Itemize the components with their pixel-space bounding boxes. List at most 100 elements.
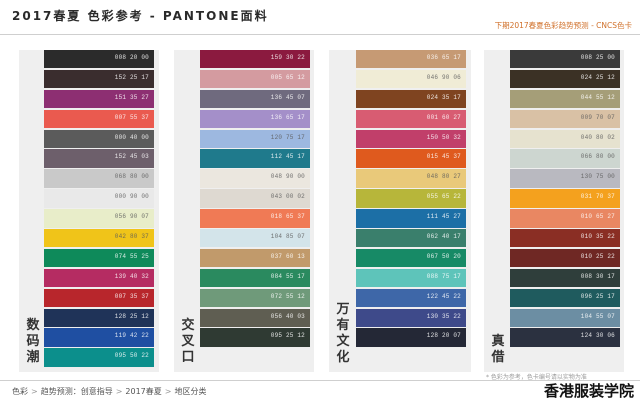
swatch-code: 056 40 03 [270, 312, 305, 320]
color-swatch: 084 55 17 [200, 268, 310, 288]
group-label: 真借 [491, 334, 505, 365]
palette-group: 交叉口 159 30 22 005 65 12 136 45 07 136 65 17… [174, 50, 314, 372]
swatch-code: 048 90 00 [270, 173, 305, 181]
swatch-code: 095 25 12 [270, 332, 305, 340]
color-swatch: 005 65 12 [200, 69, 310, 89]
swatch-code: 000 40 00 [114, 133, 149, 141]
breadcrumb-item[interactable]: 趋势预测：创意指导 [41, 387, 113, 396]
swatch-code: 062 40 17 [426, 233, 461, 241]
color-swatch: 015 45 37 [356, 149, 466, 168]
swatch-code: 010 65 27 [580, 213, 615, 221]
color-swatch: 010 35 22 [510, 229, 620, 248]
swatch-code: 152 25 17 [114, 73, 149, 81]
swatch-code: 048 80 27 [426, 173, 461, 181]
swatch-code: 031 70 37 [580, 193, 615, 201]
swatch-code: 088 75 17 [426, 272, 461, 280]
swatch-code: 111 45 27 [426, 213, 461, 221]
swatch-list: 008 20 00 152 25 17 151 35 27 007 55 37 000 … [44, 50, 154, 368]
swatch-code: 074 55 25 [114, 252, 149, 260]
swatch-code: 008 25 00 [580, 54, 615, 61]
color-swatch: 007 55 37 [44, 109, 154, 129]
color-swatch: 112 45 17 [200, 149, 310, 168]
swatch-code: 136 65 17 [270, 113, 305, 121]
color-swatch: 024 25 12 [510, 69, 620, 89]
swatch-code: 136 45 07 [270, 93, 305, 101]
swatch-code: 072 55 12 [270, 292, 305, 300]
color-swatch: 037 60 13 [200, 248, 310, 268]
color-swatch: 048 80 27 [356, 169, 466, 188]
color-swatch: 074 55 25 [44, 248, 154, 268]
swatch-code: 007 35 37 [114, 292, 149, 300]
color-swatch: 124 30 06 [510, 328, 620, 347]
swatch-code: 150 50 32 [426, 133, 461, 141]
swatch-code: 024 35 17 [426, 93, 461, 101]
swatch-code: 122 45 22 [426, 292, 461, 300]
swatch-code: 001 60 27 [426, 113, 461, 121]
color-swatch: 056 90 07 [44, 209, 154, 228]
swatch-code: 128 20 07 [426, 332, 461, 340]
swatch-code: 124 30 06 [580, 332, 615, 340]
color-swatch: 062 40 17 [356, 229, 466, 248]
swatch-code: 005 65 12 [270, 73, 305, 81]
swatch-code: 159 30 22 [270, 54, 305, 61]
color-swatch: 152 25 17 [44, 69, 154, 89]
swatch-code: 128 25 12 [114, 312, 149, 320]
breadcrumb-separator: > [115, 387, 123, 396]
color-swatch: 046 90 06 [356, 69, 466, 89]
swatch-list: 159 30 22 005 65 12 136 45 07 136 65 17 120 … [200, 50, 310, 348]
breadcrumb-item[interactable]: 色彩 [12, 387, 28, 396]
breadcrumb-item[interactable]: 地区分类 [174, 387, 206, 396]
color-swatch: 072 55 12 [200, 288, 310, 308]
swatch-code: 044 55 12 [580, 93, 615, 101]
swatch-code: 015 45 37 [426, 153, 461, 161]
breadcrumb: 色彩 > 趋势预测：创意指导 >2017春夏 > 地区分类 [12, 386, 206, 397]
swatch-code: 095 50 22 [114, 352, 149, 360]
swatch-code: 040 80 02 [580, 133, 615, 141]
color-swatch: 130 35 22 [356, 308, 466, 327]
color-swatch: 096 25 17 [510, 288, 620, 308]
swatch-code: 009 70 07 [580, 113, 615, 121]
color-swatch: 068 80 00 [44, 169, 154, 188]
color-swatch: 055 65 22 [356, 189, 466, 208]
color-swatch: 066 80 00 [510, 149, 620, 168]
swatch-code: 024 25 12 [580, 73, 615, 81]
color-swatch: 008 25 00 [510, 50, 620, 69]
swatch-code: 037 60 13 [270, 252, 305, 260]
palette-group: 数码潮 008 20 00 152 25 17 151 35 27 007 55 37… [19, 50, 159, 372]
color-swatch: 111 45 27 [356, 209, 466, 228]
swatch-code: 008 20 00 [114, 54, 149, 61]
swatch-code: 119 42 22 [114, 332, 149, 340]
header-subtitle: 下期2017春夏色彩趋势预测 - CNCS色卡 [494, 21, 632, 30]
swatch-code: 056 90 07 [114, 213, 149, 221]
color-swatch: 128 25 12 [44, 308, 154, 327]
color-swatch: 119 42 22 [44, 328, 154, 347]
color-swatch: 151 35 27 [44, 89, 154, 109]
color-swatch: 000 40 00 [44, 129, 154, 148]
color-swatch: 007 35 37 [44, 288, 154, 308]
swatch-code: 084 55 17 [270, 272, 305, 280]
color-swatch: 067 50 20 [356, 248, 466, 268]
swatch-list: 008 25 00 024 25 12 044 55 12 009 70 07 040 … [510, 50, 620, 348]
color-swatch: 095 50 22 [44, 348, 154, 367]
color-swatch: 136 65 17 [200, 109, 310, 129]
color-swatch: 159 30 22 [200, 50, 310, 69]
swatch-code: 018 65 37 [270, 213, 305, 221]
color-swatch: 048 90 00 [200, 169, 310, 188]
color-swatch: 056 40 03 [200, 308, 310, 327]
swatch-code: 010 25 22 [580, 252, 615, 260]
color-swatch: 122 45 22 [356, 288, 466, 308]
color-swatch: 008 20 00 [44, 50, 154, 69]
color-swatch: 031 70 37 [510, 189, 620, 208]
color-swatch: 136 45 07 [200, 89, 310, 109]
color-swatch: 018 65 37 [200, 209, 310, 228]
color-swatch: 139 40 32 [44, 268, 154, 288]
watermark-logo: 香港服装学院 [543, 382, 634, 400]
swatch-code: 120 75 17 [270, 133, 305, 141]
swatch-code: 139 40 32 [114, 272, 149, 280]
palette-group: 真借 008 25 00 024 25 12 044 55 12 009 70 07 0… [484, 50, 624, 372]
swatch-code: 067 50 20 [426, 252, 461, 260]
breadcrumb-item[interactable]: 2017春夏 [125, 387, 161, 396]
palette-group: 万有文化 036 65 17 046 90 06 024 35 17 001 60 2… [329, 50, 471, 372]
swatch-code: 046 90 06 [426, 73, 461, 81]
color-swatch: 000 90 00 [44, 189, 154, 208]
